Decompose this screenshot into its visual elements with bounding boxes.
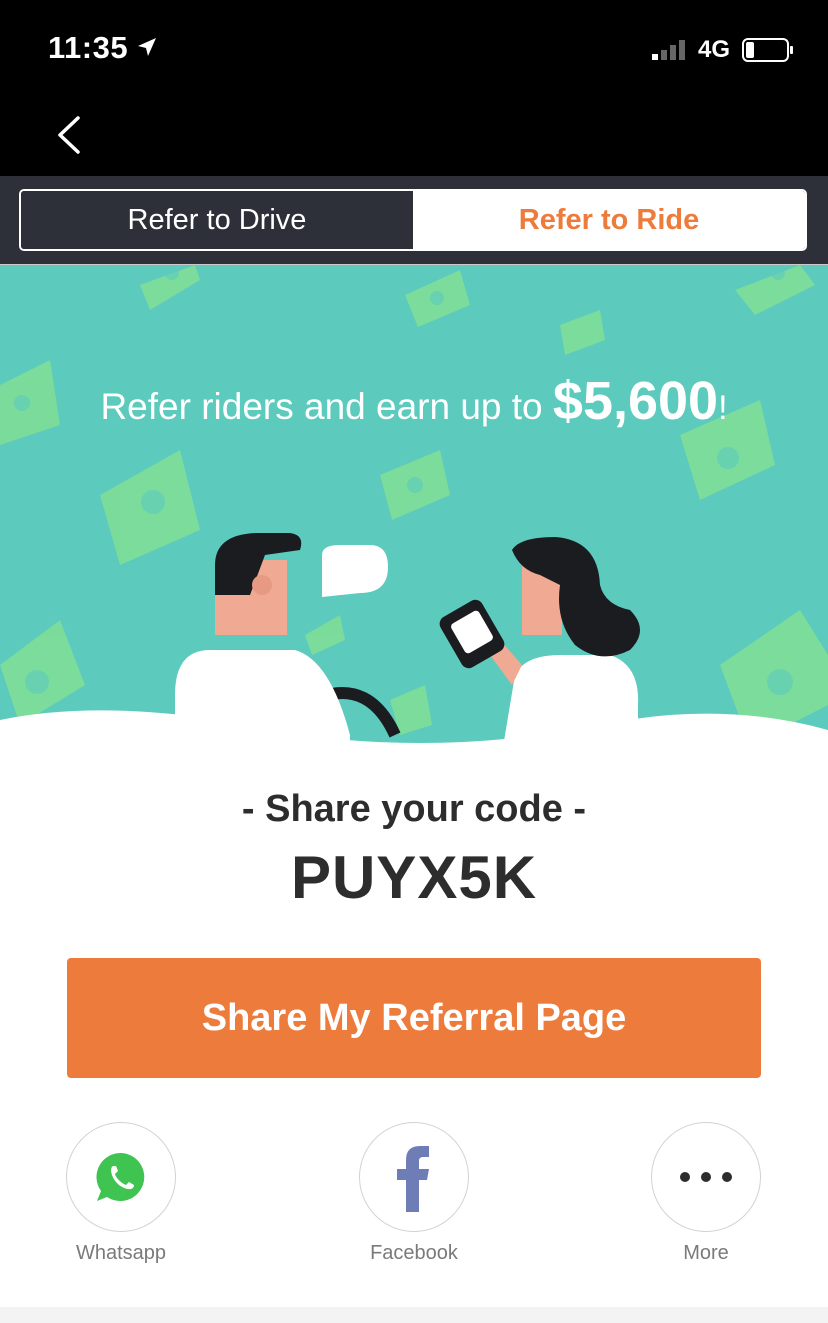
hero-text: Refer riders and earn up to (100, 386, 553, 427)
share-referral-page-button[interactable]: Share My Referral Page (67, 958, 761, 1078)
share-more[interactable]: More (651, 1122, 761, 1265)
referral-code: PUYX5K (290, 844, 538, 911)
whatsapp-label: Whatsapp (75, 1242, 167, 1264)
facebook-icon (397, 1146, 429, 1212)
tab-refer-to-ride[interactable]: Refer to Ride (413, 191, 805, 249)
bottom-divider (0, 1307, 828, 1323)
battery-icon (742, 38, 793, 62)
more-icon (680, 1172, 732, 1182)
network-type: 4G (698, 36, 731, 63)
cellular-signal-icon (652, 40, 685, 60)
hero-banner: Refer riders and earn up to $5,600! (0, 265, 828, 765)
referral-tabs-bar: Refer to Drive Refer to Ride (0, 176, 828, 265)
tab-refer-to-drive[interactable]: Refer to Drive (21, 191, 413, 249)
hero-illustration (0, 265, 828, 765)
status-bar: 11:35 4G (0, 0, 828, 100)
share-code-label: - Share your code - (241, 788, 587, 830)
more-label: More (683, 1242, 729, 1264)
back-chevron-icon[interactable] (50, 110, 90, 160)
whatsapp-icon (96, 1152, 145, 1201)
status-time: 11:35 (48, 30, 129, 65)
nav-bar (0, 100, 828, 176)
hero-headline: Refer riders and earn up to $5,600! (0, 370, 828, 432)
location-arrow-icon (138, 38, 156, 56)
whatsapp-button[interactable] (66, 1122, 176, 1232)
facebook-button[interactable] (359, 1122, 469, 1232)
hero-amount: $5,600 (552, 371, 719, 431)
referral-tabs: Refer to Drive Refer to Ride (19, 189, 807, 251)
share-facebook[interactable]: Facebook (359, 1122, 469, 1265)
facebook-label: Facebook (370, 1242, 458, 1264)
more-button[interactable] (651, 1122, 761, 1232)
share-whatsapp[interactable]: Whatsapp (66, 1122, 176, 1265)
hero-suffix: ! (718, 389, 728, 427)
